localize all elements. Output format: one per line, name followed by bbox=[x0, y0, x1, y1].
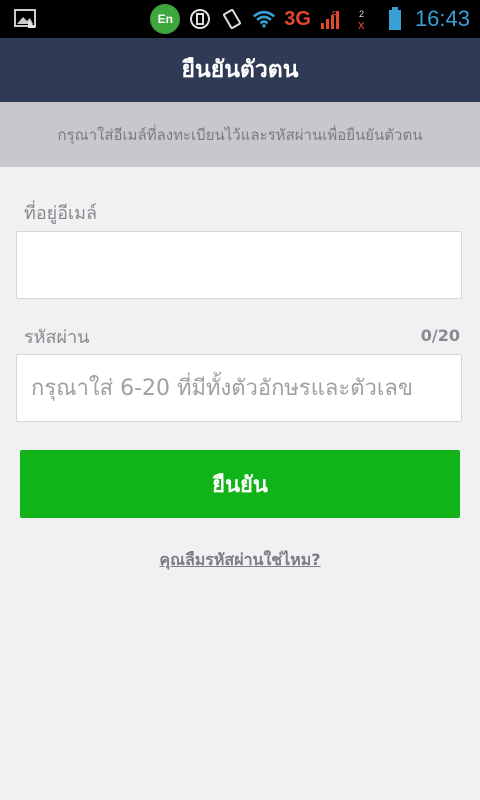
info-banner: กรุณาใส่อีเมล์ที่ลงทะเบียนไว้และรหัสผ่าน… bbox=[0, 102, 480, 167]
image-notification-icon bbox=[14, 8, 38, 30]
password-label: รหัสผ่าน bbox=[24, 327, 90, 348]
header: ยืนยันตัวตน bbox=[0, 38, 480, 102]
sim-status-label: x bbox=[358, 17, 365, 31]
roaming-label: R bbox=[332, 10, 338, 19]
status-bar: En 3G R 2 x 16:43 bbox=[0, 0, 480, 38]
sim-slot-icon: 2 x bbox=[351, 7, 375, 31]
input-method-label: En bbox=[157, 12, 173, 26]
wifi-icon bbox=[252, 7, 276, 31]
signal-icon: R bbox=[319, 7, 343, 31]
email-field[interactable] bbox=[16, 231, 462, 299]
info-banner-text: กรุณาใส่อีเมล์ที่ลงทะเบียนไว้และรหัสผ่าน… bbox=[57, 125, 423, 144]
vibrate-icon bbox=[220, 7, 244, 31]
network-type-label: 3G bbox=[284, 7, 311, 30]
password-field[interactable] bbox=[16, 354, 462, 422]
battery-icon bbox=[383, 7, 407, 31]
password-counter: 0/20 bbox=[420, 326, 460, 345]
input-method-icon: En bbox=[150, 4, 181, 34]
usb-icon bbox=[188, 7, 212, 31]
page-title: ยืนยันตัวตน bbox=[181, 57, 299, 83]
forgot-password-link[interactable]: คุณลืมรหัสผ่านใช่ไหม? bbox=[0, 548, 480, 573]
clock: 16:43 bbox=[414, 6, 470, 31]
confirm-button[interactable]: ยืนยัน bbox=[20, 450, 460, 518]
email-label: ที่อยู่อีเมล์ bbox=[24, 203, 98, 224]
